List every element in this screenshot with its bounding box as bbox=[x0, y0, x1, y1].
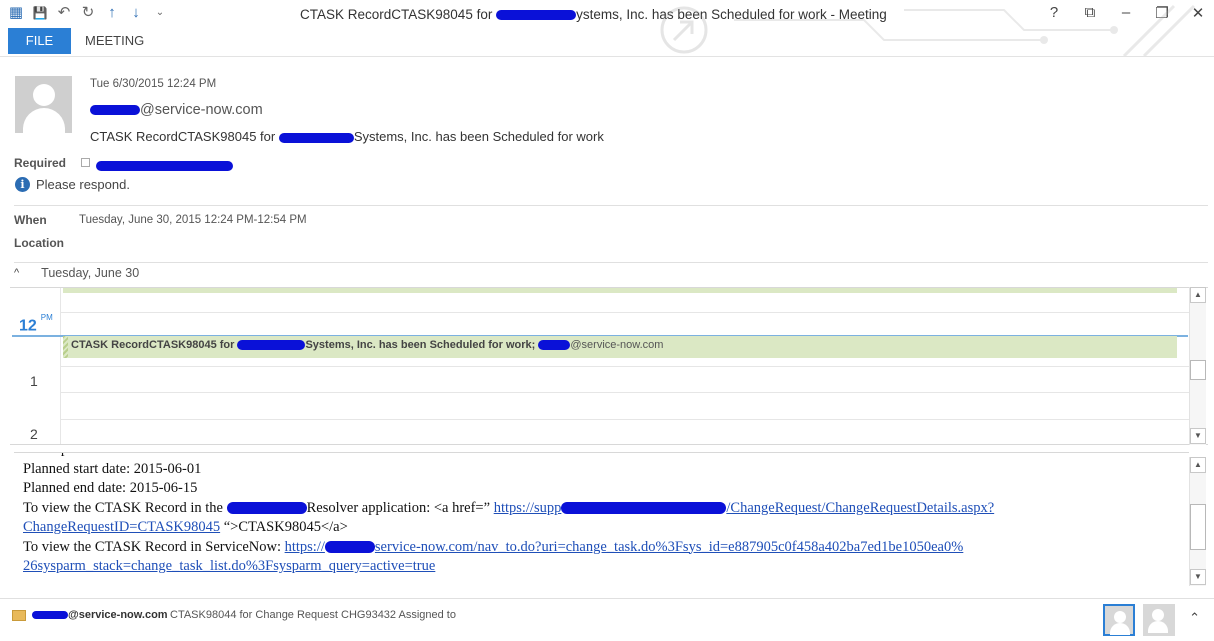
info-bar: i Please respond. bbox=[15, 177, 130, 192]
when-value: Tuesday, June 30, 2015 12:24 PM-12:54 PM bbox=[79, 214, 307, 226]
servicenow-link-cont[interactable]: 26sysparm_stack=change_task_list.do%3Fsy… bbox=[23, 558, 435, 574]
body-line-resolver: To view the CTASK Record in the Resolver… bbox=[23, 499, 995, 516]
sender-address[interactable]: @service-now.com bbox=[90, 102, 263, 118]
customize-toolbar-icon[interactable]: ⌄ bbox=[152, 5, 168, 21]
redaction-mark bbox=[32, 611, 68, 620]
sent-date: Tue 6/30/2015 12:24 PM bbox=[90, 78, 217, 90]
message-body[interactable]: Description: test3 Planned start date: 2… bbox=[14, 452, 1189, 586]
hour-line bbox=[61, 419, 1189, 420]
expand-people-pane-icon[interactable]: ⌃ bbox=[1189, 610, 1200, 626]
redaction-mark bbox=[90, 105, 140, 116]
mail-icon bbox=[12, 610, 26, 621]
info-text: Please respond. bbox=[36, 177, 130, 192]
avatar-body bbox=[1148, 621, 1168, 633]
body-line-servicenow-cont: 26sysparm_stack=change_task_list.do%3Fsy… bbox=[23, 558, 1189, 578]
body-line-description: Description: test3 bbox=[23, 453, 1189, 461]
avatar-head bbox=[1152, 609, 1164, 621]
next-item-icon[interactable]: ↓ bbox=[128, 5, 144, 21]
half-hour-line bbox=[61, 312, 1189, 313]
info-icon: i bbox=[15, 177, 30, 192]
redaction-mark bbox=[226, 502, 307, 515]
calendar-icon[interactable]: ▦ bbox=[8, 5, 24, 21]
body-scrollbar[interactable]: ▲ ▼ bbox=[1189, 457, 1206, 586]
scroll-up-button[interactable]: ▲ bbox=[1190, 287, 1206, 303]
calendar-preview: 12 PM CTASK RecordCTASK98045 for Systems,… bbox=[10, 287, 1208, 445]
tab-file[interactable]: FILE bbox=[8, 28, 71, 54]
body-line-start: Planned start date: 2015-06-01 bbox=[23, 460, 202, 477]
divider bbox=[14, 205, 1208, 206]
redaction-mark bbox=[96, 160, 233, 171]
avatar-body bbox=[1110, 623, 1130, 635]
body-line-servicenow: To view the CTASK Record in ServiceNow: … bbox=[23, 538, 964, 555]
redaction-mark bbox=[496, 10, 577, 21]
avatar-head bbox=[33, 84, 55, 106]
tentative-stripe bbox=[63, 336, 68, 358]
servicenow-link[interactable]: https://service-now.com/nav_to.do?uri=ch… bbox=[285, 539, 964, 555]
ribbon-decoration bbox=[660, 4, 1196, 56]
collapse-chevron-icon[interactable]: ^ bbox=[14, 267, 19, 279]
message-header: Tue 6/30/2015 12:24 PM @service-now.com … bbox=[0, 56, 1214, 206]
redaction-mark bbox=[324, 541, 375, 554]
resolver-link-cont[interactable]: ChangeRequestID=CTASK98045 bbox=[23, 519, 220, 535]
redaction-mark bbox=[237, 340, 306, 351]
calendar-day-header[interactable]: ^ Tuesday, June 30 bbox=[14, 266, 139, 280]
resolver-link[interactable]: https://supp/ChangeRequest/ChangeRequest… bbox=[494, 500, 994, 516]
hour-line bbox=[61, 366, 1189, 367]
recent-item-sender[interactable]: @service-now.com bbox=[32, 609, 168, 621]
previous-item-icon[interactable]: ↑ bbox=[104, 5, 120, 21]
redaction-mark bbox=[278, 132, 354, 143]
redo-icon[interactable]: ↻ bbox=[80, 5, 96, 21]
calendar-day-label: Tuesday, June 30 bbox=[41, 266, 140, 280]
recent-item-subject[interactable]: CTASK98044 for Change Request CHG93432 A… bbox=[170, 609, 456, 621]
hour-gutter bbox=[10, 288, 61, 444]
scroll-down-button[interactable]: ▼ bbox=[1190, 428, 1206, 444]
quick-access-toolbar: ▦ 💾 ↶ ↻ ↑ ↓ ⌄ bbox=[8, 5, 168, 21]
person-avatar-selected[interactable] bbox=[1103, 604, 1135, 636]
hour-label-1: 1 bbox=[30, 373, 38, 389]
undo-icon[interactable]: ↶ bbox=[56, 5, 72, 21]
required-label: Required bbox=[14, 156, 67, 170]
calendar-scrollbar[interactable]: ▲ ▼ bbox=[1189, 287, 1206, 445]
tab-meeting[interactable]: MEETING bbox=[85, 28, 144, 54]
people-pane: @service-now.com CTASK98044 for Change R… bbox=[0, 598, 1214, 641]
hour-label-2: 2 bbox=[30, 426, 38, 442]
calendar-appointment[interactable]: CTASK RecordCTASK98045 for Systems, Inc.… bbox=[63, 336, 1177, 358]
scroll-down-button[interactable]: ▼ bbox=[1190, 569, 1206, 585]
scroll-thumb[interactable] bbox=[1190, 504, 1206, 550]
avatar-body bbox=[23, 108, 65, 133]
save-icon[interactable]: 💾 bbox=[32, 5, 48, 21]
half-hour-line bbox=[61, 392, 1189, 393]
divider bbox=[14, 262, 1208, 263]
redaction-mark bbox=[561, 502, 727, 515]
calendar-appointment-previous[interactable] bbox=[63, 288, 1177, 293]
when-label: When bbox=[14, 213, 47, 227]
scroll-up-button[interactable]: ▲ bbox=[1190, 457, 1206, 473]
scroll-thumb[interactable] bbox=[1190, 360, 1206, 380]
redaction-mark bbox=[538, 340, 571, 351]
required-attendee[interactable] bbox=[96, 157, 233, 175]
person-avatar[interactable] bbox=[1143, 604, 1175, 636]
location-label: Location bbox=[14, 236, 64, 250]
avatar-head bbox=[1114, 611, 1126, 623]
required-attendee-checkbox[interactable] bbox=[81, 158, 90, 167]
hour-label-12: 12 PM bbox=[19, 313, 53, 335]
body-line-resolver-cont: ChangeRequestID=CTASK98045 “>CTASK98045<… bbox=[23, 519, 348, 535]
body-line-end: Planned end date: 2015-06-15 bbox=[23, 480, 198, 496]
sender-avatar bbox=[15, 76, 72, 133]
message-subject: CTASK RecordCTASK98045 for Systems, Inc.… bbox=[90, 129, 604, 144]
